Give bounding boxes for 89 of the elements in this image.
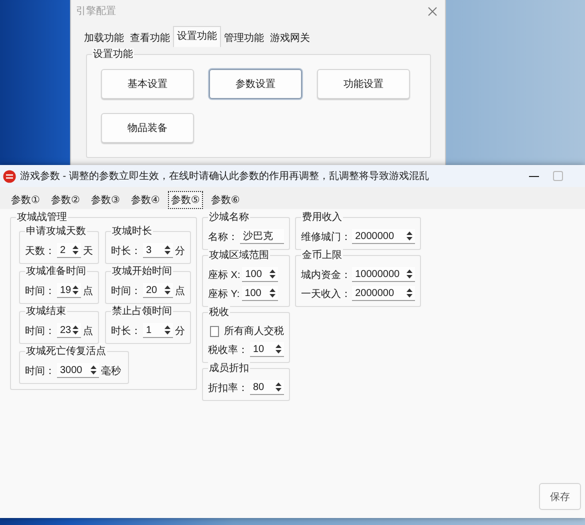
spin-field[interactable]: 10000000 (352, 267, 415, 282)
tab[interactable]: 查看功能 (127, 28, 173, 47)
field-label: 时长： (111, 244, 141, 258)
field-label: 维修城门： (301, 230, 350, 244)
tab[interactable]: 参数③ (88, 191, 123, 209)
settings-button[interactable]: 基本设置 (101, 69, 194, 99)
window-title: 游戏参数 - 调整的参数立即生效，在线时请确认此参数的作用再调整，乱调整将导致游戏混乱 (20, 170, 430, 183)
settings-button[interactable]: 参数设置 (209, 69, 302, 99)
field-label: 天数： (25, 244, 55, 258)
group-title: 攻城时长 (111, 225, 153, 238)
field-label: 座标 Y: (208, 288, 240, 300)
unit-label: 分 (175, 324, 185, 338)
group-title: 攻城区域范围 (208, 249, 270, 262)
group-title: 沙城名称 (208, 211, 250, 224)
unit-label: 毫秒 (101, 364, 121, 378)
field-label: 折扣率： (208, 382, 248, 394)
field-label: 税收率： (208, 344, 248, 356)
settings-button[interactable]: 物品装备 (101, 113, 194, 143)
spin-field[interactable]: 19 (57, 283, 81, 298)
group-title: 申请攻城天数 (25, 225, 87, 238)
settings-button[interactable]: 功能设置 (317, 69, 410, 99)
field-label: 时长： (111, 324, 141, 338)
spinner-arrows-icon (90, 365, 97, 375)
spinner-arrows-icon (406, 231, 413, 241)
field-label: 座标 X: (208, 268, 240, 282)
group-title: 禁止占领时间 (111, 305, 173, 318)
spinner-arrows-icon (164, 245, 171, 255)
tab[interactable]: 参数⑥ (208, 191, 243, 209)
spin-field[interactable]: 23 (57, 323, 81, 338)
spin-field[interactable]: 80 (250, 380, 284, 395)
spinner-arrows-icon (72, 325, 79, 335)
unit-label: 点 (83, 284, 93, 298)
unit-label: 分 (175, 244, 185, 258)
spin-field[interactable]: 3000 (57, 363, 99, 378)
spinner-arrows-icon (268, 288, 276, 298)
spin-field[interactable]: 2000000 (352, 229, 415, 244)
unit-label: 点 (175, 284, 185, 298)
spin-field[interactable]: 2000000 (352, 286, 415, 301)
close-icon (428, 6, 437, 16)
field-label: 时间： (25, 364, 55, 378)
spinner-arrows-icon (406, 288, 413, 298)
tab[interactable]: 设置功能 (173, 26, 221, 47)
group-title: 攻城准备时间 (25, 265, 87, 278)
spin-field[interactable]: 100 (242, 286, 278, 301)
spin-field[interactable]: 3 (143, 243, 173, 258)
group-title: 攻城开始时间 (111, 265, 173, 278)
input-field[interactable]: 沙巴克 (240, 229, 284, 244)
group-title: 攻城结束 (25, 305, 67, 318)
spin-field[interactable]: 2 (57, 243, 81, 258)
tab[interactable]: 管理功能 (221, 28, 267, 47)
app-logo-icon (3, 170, 16, 182)
save-button[interactable]: 保存 (539, 483, 581, 510)
spin-field[interactable]: 100 (242, 267, 278, 282)
spinner-arrows-icon (164, 285, 171, 295)
spinner-arrows-icon (72, 245, 79, 255)
spin-field[interactable]: 10 (250, 342, 284, 357)
field-label: 名称： (208, 230, 238, 244)
tab[interactable]: 游戏网关 (267, 28, 313, 47)
spinner-arrows-icon (72, 285, 79, 295)
tab[interactable]: 参数④ (128, 191, 163, 209)
spinner-arrows-icon (275, 344, 282, 354)
spinner-arrows-icon (275, 382, 282, 392)
unit-label: 天 (83, 244, 93, 258)
checkbox-label: 所有商人交税 (224, 324, 284, 338)
group-title: 攻城死亡传复活点 (25, 345, 107, 358)
group-title: 费用收入 (301, 211, 343, 224)
field-label: 城内资金： (301, 268, 350, 282)
spinner-arrows-icon (269, 269, 276, 279)
spin-field[interactable]: 1 (143, 323, 173, 338)
spinner-arrows-icon (164, 325, 171, 335)
spinner-arrows-icon (406, 269, 413, 279)
field-label: 时间： (25, 284, 55, 298)
maximize-icon (553, 171, 563, 181)
window-title: 引擎配置 (76, 4, 116, 18)
field-label: 时间： (111, 284, 141, 298)
field-label: 时间： (25, 324, 55, 338)
field-label: 一天收入： (301, 288, 350, 300)
tab[interactable]: 参数① (8, 191, 43, 209)
group-title: 设置功能 (92, 48, 134, 61)
checkbox[interactable] (210, 326, 219, 336)
tab[interactable]: 参数② (48, 191, 83, 209)
group-title: 成员折扣 (208, 362, 250, 375)
group-title: 攻城战管理 (16, 211, 68, 224)
tab[interactable]: 加载功能 (81, 28, 127, 47)
unit-label: 点 (83, 324, 93, 338)
tab[interactable]: 参数⑤ (168, 191, 203, 209)
group-title: 税收 (208, 306, 230, 319)
group-title: 金币上限 (301, 249, 343, 262)
spin-field[interactable]: 20 (143, 283, 173, 298)
